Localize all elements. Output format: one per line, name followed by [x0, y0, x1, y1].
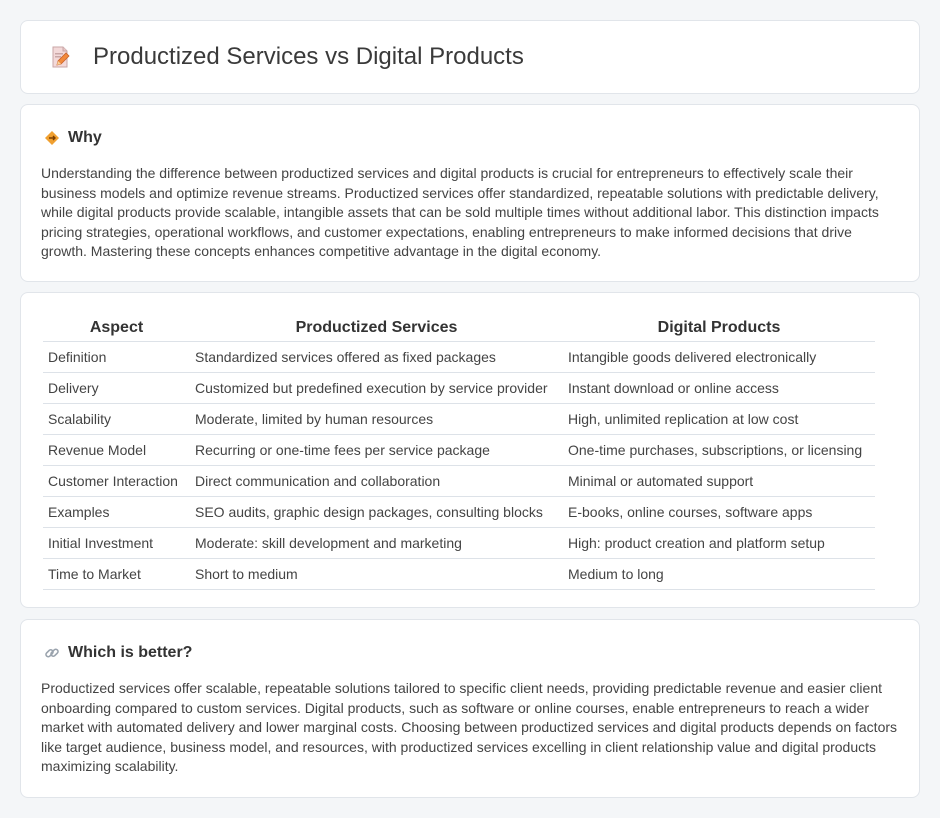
why-heading: Why — [21, 105, 919, 149]
cell-digital: E-books, online courses, software apps — [563, 496, 875, 528]
cell-digital: Minimal or automated support — [563, 465, 875, 497]
which-better-text: Productized services offer scalable, rep… — [41, 680, 898, 774]
table-row: Scalability Moderate, limited by human r… — [43, 403, 875, 435]
cell-digital: Intangible goods delivered electronicall… — [563, 341, 875, 373]
comparison-section: Aspect Productized Services Digital Prod… — [20, 292, 920, 608]
document-pencil-icon — [47, 44, 73, 70]
cell-productized: Moderate, limited by human resources — [190, 403, 563, 435]
which-better-section: Which is better? Productized services of… — [20, 619, 920, 798]
cell-digital: Medium to long — [563, 558, 875, 590]
which-better-heading: Which is better? — [21, 620, 919, 664]
table-row: Time to Market Short to medium Medium to… — [43, 558, 875, 590]
why-text: Understanding the difference between pro… — [41, 165, 879, 259]
cell-productized: Direct communication and collaboration — [190, 465, 563, 497]
cell-productized: Short to medium — [190, 558, 563, 590]
table-row: Revenue Model Recurring or one-time fees… — [43, 434, 875, 466]
table-row: Delivery Customized but predefined execu… — [43, 372, 875, 404]
table-row: Initial Investment Moderate: skill devel… — [43, 527, 875, 559]
why-title: Why — [68, 129, 102, 146]
cell-aspect: Revenue Model — [43, 434, 190, 466]
which-better-title: Which is better? — [68, 644, 193, 661]
cell-digital: High: product creation and platform setu… — [563, 527, 875, 559]
table-row: Definition Standardized services offered… — [43, 341, 875, 373]
comparison-table: Aspect Productized Services Digital Prod… — [43, 315, 875, 590]
cell-digital: One-time purchases, subscriptions, or li… — [563, 434, 875, 466]
cell-aspect: Delivery — [43, 372, 190, 404]
page-title: Productized Services vs Digital Products — [93, 43, 524, 70]
header-productized-services: Productized Services — [190, 315, 563, 342]
cell-productized: SEO audits, graphic design packages, con… — [190, 496, 563, 528]
cell-aspect: Scalability — [43, 403, 190, 435]
cell-productized: Moderate: skill development and marketin… — [190, 527, 563, 559]
table-header-row: Aspect Productized Services Digital Prod… — [43, 315, 875, 342]
title-card: Productized Services vs Digital Products — [20, 20, 920, 94]
header-digital-products: Digital Products — [563, 315, 875, 342]
why-section: Why Understanding the difference between… — [20, 104, 920, 282]
cell-productized: Recurring or one-time fees per service p… — [190, 434, 563, 466]
cell-aspect: Time to Market — [43, 558, 190, 590]
cell-digital: Instant download or online access — [563, 372, 875, 404]
cell-productized: Standardized services offered as fixed p… — [190, 341, 563, 373]
table-row: Examples SEO audits, graphic design pack… — [43, 496, 875, 528]
cell-digital: High, unlimited replication at low cost — [563, 403, 875, 435]
diamond-sign-icon — [43, 129, 61, 147]
cell-aspect: Definition — [43, 341, 190, 373]
title-row: Productized Services vs Digital Products — [21, 21, 919, 93]
cell-aspect: Examples — [43, 496, 190, 528]
header-aspect: Aspect — [43, 315, 190, 342]
link-icon — [43, 644, 61, 662]
cell-productized: Customized but predefined execution by s… — [190, 372, 563, 404]
cell-aspect: Customer Interaction — [43, 465, 190, 497]
cell-aspect: Initial Investment — [43, 527, 190, 559]
table-row: Customer Interaction Direct communicatio… — [43, 465, 875, 497]
